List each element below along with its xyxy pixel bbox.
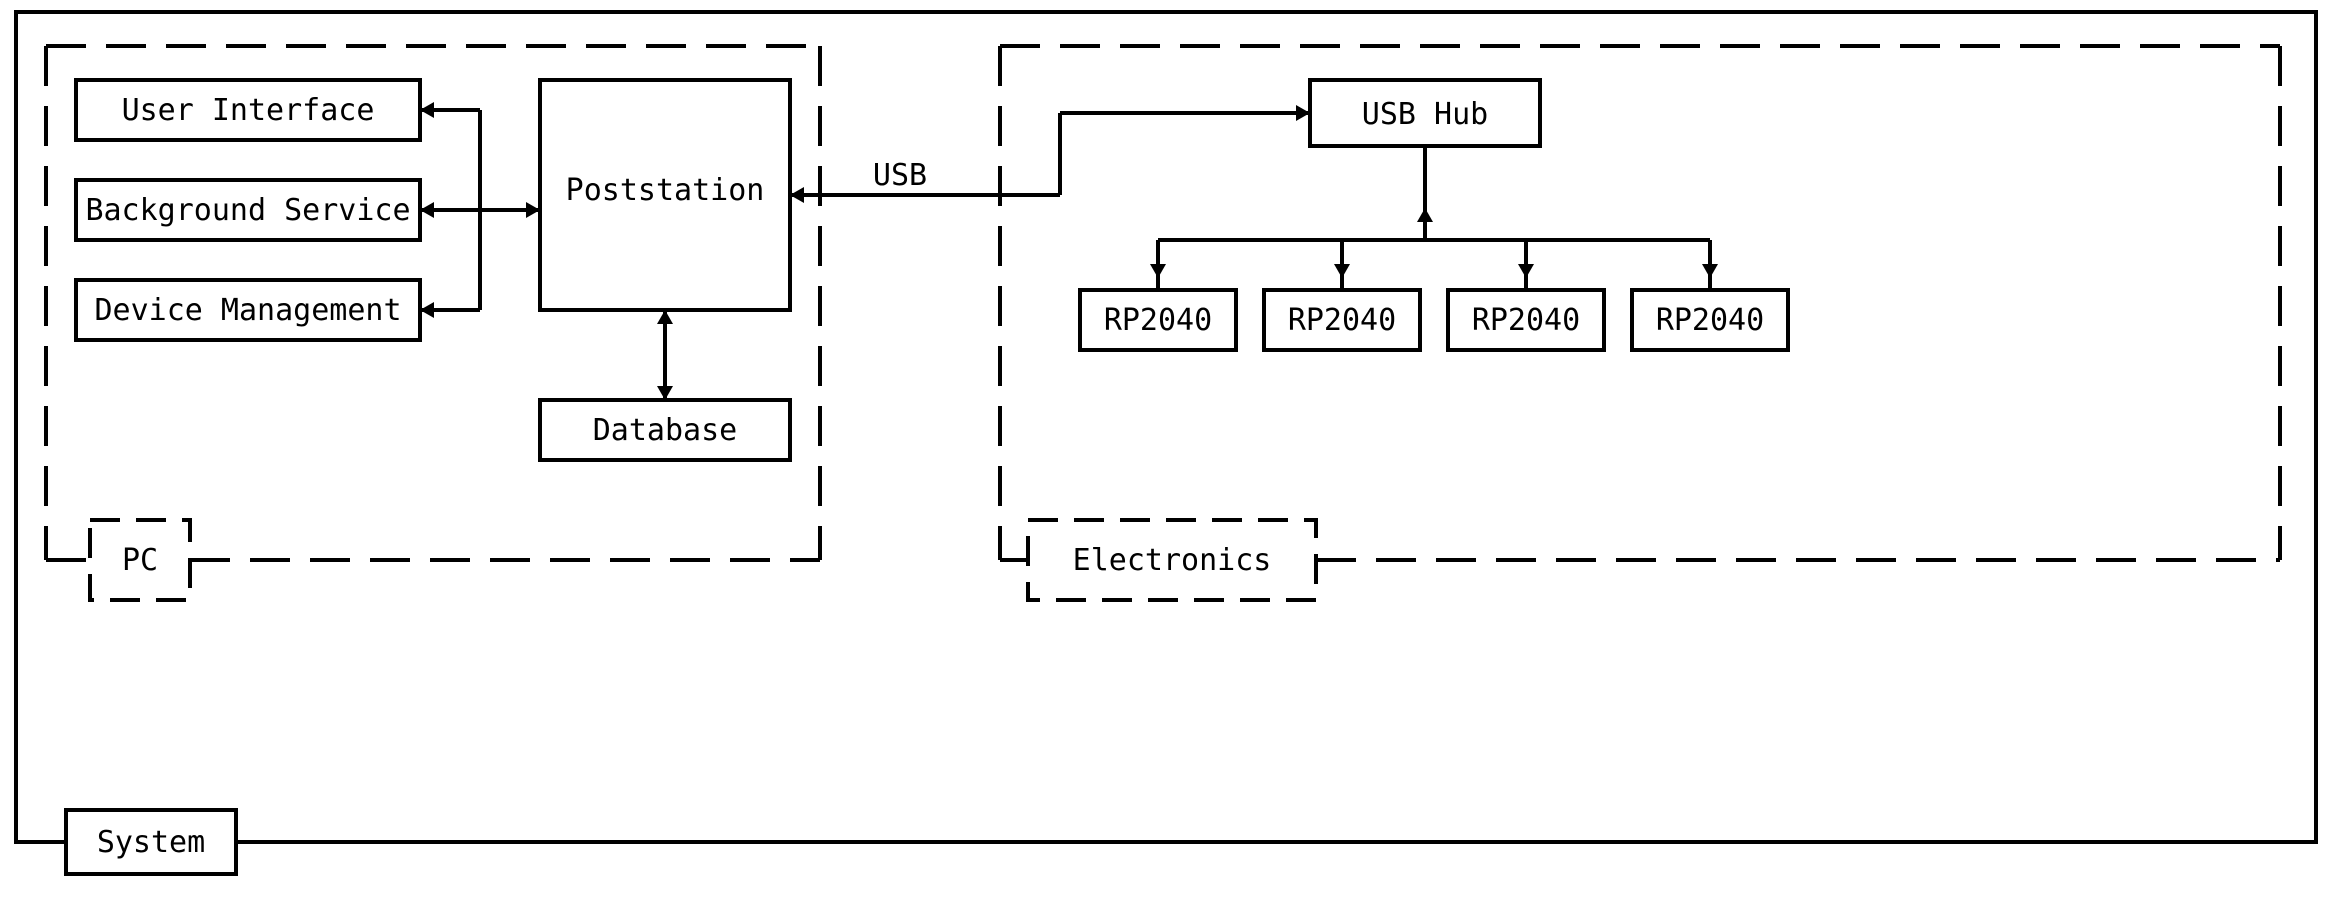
label-rp2040-2: RP2040: [1288, 303, 1396, 338]
system-diagram: PC User Interface Background Service Dev…: [0, 0, 2331, 915]
label-rp2040-4: RP2040: [1656, 303, 1764, 338]
label-device-management: Device Management: [94, 293, 401, 328]
label-rp2040-3: RP2040: [1472, 303, 1580, 338]
pc-label: PC: [122, 543, 158, 578]
label-user-interface: User Interface: [122, 93, 375, 128]
label-usb-hub: USB Hub: [1362, 97, 1488, 132]
system-label: System: [97, 825, 205, 860]
label-background-service: Background Service: [85, 193, 410, 228]
label-rp2040-1: RP2040: [1104, 303, 1212, 338]
label-database: Database: [593, 413, 738, 448]
label-usb-link: USB: [873, 158, 927, 193]
label-poststation: Poststation: [566, 173, 765, 208]
electronics-label: Electronics: [1073, 543, 1272, 578]
